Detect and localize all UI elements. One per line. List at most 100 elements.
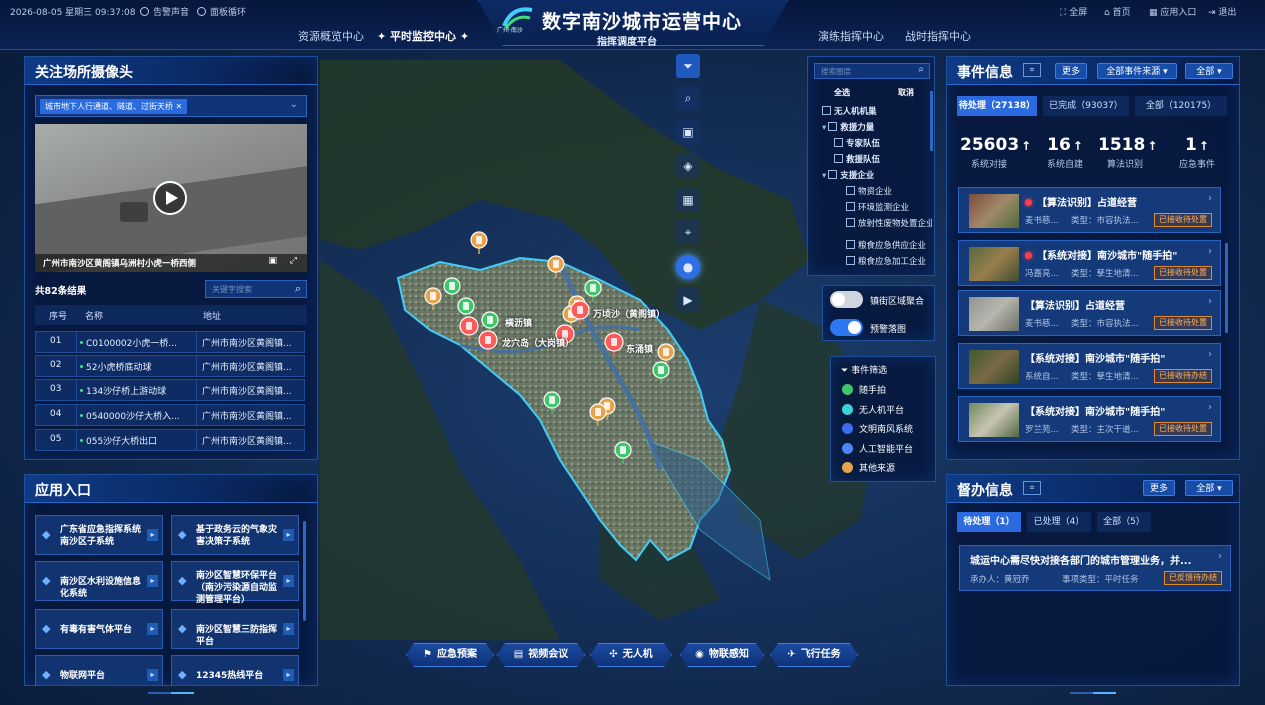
legend-item[interactable]: 文明南风系统: [842, 422, 913, 435]
chevron-down-icon[interactable]: ⌄: [290, 99, 298, 110]
chevron-right-icon[interactable]: ▸: [283, 529, 294, 541]
camera-search-input[interactable]: 关键字搜索: [212, 284, 252, 295]
supervise-item[interactable]: 城运中心需尽快对接各部门的城市管理业务，并... › 承办人：黄冠乔 事项类型：…: [959, 545, 1231, 591]
event-card[interactable]: 【系统对接】南沙城市"随手拍" 冯嘉亮... 类型：孳生地清... 已接收待处置 ›: [958, 240, 1221, 286]
map-marker-icon[interactable]: [459, 316, 479, 340]
layer-item[interactable]: ▾ 救援力量: [822, 121, 932, 133]
layer-item[interactable]: 专家队伍: [834, 137, 932, 149]
layer-item[interactable]: 粮食应急加工企业: [846, 255, 932, 267]
filter-tool-button[interactable]: ⏷: [676, 54, 700, 78]
chart-icon[interactable]: ⌗: [1023, 63, 1041, 77]
layer-item[interactable]: ▾ 支援企业: [822, 169, 932, 181]
app-entry-button[interactable]: ▦ 应用入口: [1149, 5, 1196, 18]
chevron-right-icon[interactable]: ▸: [283, 575, 294, 587]
search-icon[interactable]: ⌕: [295, 282, 301, 296]
layer-checkbox[interactable]: [834, 154, 843, 163]
event-card[interactable]: 【算法识别】占道经营 麦书慈... 类型：市容执法... 已接收待处置 ›: [958, 290, 1221, 336]
event-card[interactable]: 【系统对接】南沙城市"随手拍" 系统自... 类型：孳生地清... 已接收待办结 ›: [958, 343, 1221, 389]
chevron-right-icon[interactable]: ▸: [147, 623, 158, 635]
layer-checkbox[interactable]: [846, 240, 855, 249]
toolbox-tool-button[interactable]: ▣: [676, 120, 700, 144]
layer-checkbox[interactable]: [828, 170, 838, 179]
legend-item[interactable]: 随手拍: [842, 383, 886, 396]
caret-down-icon[interactable]: ▾: [822, 171, 826, 181]
layer-checkbox[interactable]: [846, 218, 855, 227]
chevron-right-icon[interactable]: ▸: [147, 669, 158, 681]
toggle-switch[interactable]: [830, 319, 863, 336]
supervise-more-button[interactable]: 更多: [1143, 480, 1175, 496]
nav-daily-monitor[interactable]: ✦ 平时监控中心 ✦: [377, 28, 469, 44]
map-marker-icon[interactable]: [469, 230, 489, 254]
exit-button[interactable]: ⇥ 退出: [1208, 5, 1236, 18]
bottom-action-button[interactable]: ◉ 物联感知: [680, 643, 764, 667]
map-marker-icon[interactable]: [480, 310, 500, 334]
map-marker-icon[interactable]: [542, 390, 562, 414]
bottom-action-button[interactable]: ✈ 飞行任务: [770, 643, 858, 667]
location-tool-button[interactable]: ⌖: [676, 220, 700, 244]
layer-checkbox[interactable]: [822, 106, 831, 115]
bottom-action-button[interactable]: ✣ 无人机: [590, 643, 672, 667]
event-scrollbar[interactable]: [1225, 243, 1228, 333]
fullscreen-button[interactable]: ⛶ 全屏: [1060, 5, 1087, 18]
supervise-all-select[interactable]: 全部 ▾: [1185, 480, 1233, 496]
layer-item[interactable]: 放射性废物处置企业: [846, 217, 932, 229]
event-all-select[interactable]: 全部 ▾: [1185, 63, 1233, 79]
layer-item[interactable]: 环境监测企业: [846, 201, 932, 213]
map-marker-icon[interactable]: [604, 332, 624, 356]
video-player[interactable]: 广州市南沙区黄阁镇乌洲村小虎一桥西侧 ▣ ⤢: [35, 124, 307, 272]
chevron-right-icon[interactable]: ▸: [147, 575, 158, 587]
table-row[interactable]: 04 0540000沙仔大桥入... 广州市南沙区黄阁镇...: [35, 404, 305, 426]
app-card[interactable]: ◆ 南沙区智慧环保平台（南沙污染源自动监测管理平台） ▸: [171, 561, 299, 605]
search-icon[interactable]: ⌕: [918, 64, 924, 75]
map-marker-icon[interactable]: [651, 360, 671, 384]
supervise-tab-pending[interactable]: 待处理（1）: [957, 512, 1021, 532]
layer-checkbox[interactable]: [846, 186, 855, 195]
event-card[interactable]: 【算法识别】占道经营 麦书慈... 类型：市容执法... 已接收待处置 ›: [958, 187, 1221, 233]
map-marker-icon[interactable]: [478, 330, 498, 354]
layer-checkbox[interactable]: [834, 138, 843, 147]
layer-search-input[interactable]: 搜索图层: [821, 66, 851, 77]
map-marker-icon[interactable]: [442, 276, 462, 300]
expand-icon[interactable]: ⤢: [290, 256, 297, 266]
layer-checkbox[interactable]: [828, 122, 838, 131]
map-marker-icon[interactable]: [588, 402, 608, 426]
map-type-tool-button[interactable]: ▦: [676, 188, 700, 212]
chevron-right-icon[interactable]: ▸: [283, 623, 294, 635]
layers-tool-button[interactable]: ◈: [676, 154, 700, 178]
legend-item[interactable]: 无人机平台: [842, 403, 904, 416]
legend-item[interactable]: 人工智能平台: [842, 442, 913, 455]
table-row[interactable]: 01 C0100002小虎一桥... 广州市南沙区黄阁镇...: [35, 331, 305, 353]
event-card[interactable]: 【系统对接】南沙城市"随手拍" 罗兰苑... 类型：主次干道... 已接收待处置 ›: [958, 396, 1221, 442]
app-card[interactable]: ◆ 12345热线平台 ▸: [171, 655, 299, 685]
layer-item[interactable]: 物资企业: [846, 185, 932, 197]
nav-war-command[interactable]: 战时指挥中心: [905, 28, 971, 44]
map-marker-icon[interactable]: [546, 254, 566, 278]
search-tool-button[interactable]: ⌕: [676, 86, 700, 110]
bottom-action-button[interactable]: ▤ 视频会议: [497, 643, 585, 667]
app-card[interactable]: ◆ 广东省应急指挥系统南沙区子系统 ▸: [35, 515, 163, 555]
app-card[interactable]: ◆ 有毒有害气体平台 ▸: [35, 609, 163, 649]
home-button[interactable]: ⌂ 首页: [1104, 5, 1131, 18]
alarm-sound-toggle[interactable]: 告警声音: [140, 5, 189, 18]
voice-tool-button[interactable]: ●: [676, 255, 700, 279]
nav-resource-overview[interactable]: 资源概览中心: [298, 28, 364, 44]
event-tab-pending[interactable]: 待处理（27138）: [957, 96, 1037, 116]
map-marker-icon[interactable]: [570, 300, 590, 324]
map-marker-icon[interactable]: [456, 296, 476, 320]
snapshot-icon[interactable]: ▣: [268, 256, 277, 266]
select-all-button[interactable]: 全选: [834, 87, 850, 98]
event-more-button[interactable]: 更多: [1055, 63, 1087, 79]
table-row[interactable]: 03 134沙仔桥上游动球 广州市南沙区黄阁镇...: [35, 379, 305, 401]
camera-search[interactable]: 关键字搜索 ⌕: [205, 280, 307, 298]
camera-tool-button[interactable]: ▶: [676, 288, 700, 312]
layer-search[interactable]: 搜索图层 ⌕: [814, 63, 930, 79]
layer-scrollbar[interactable]: [930, 91, 933, 151]
cancel-button[interactable]: 取消: [898, 87, 914, 98]
camera-filter-select[interactable]: 城市地下人行通道、隧道、过街天桥 ✕ ⌄: [35, 95, 307, 117]
chevron-right-icon[interactable]: ▸: [147, 529, 158, 541]
supervise-tab-done[interactable]: 已处理（4）: [1027, 512, 1091, 532]
app-scrollbar[interactable]: [303, 521, 306, 621]
layer-item[interactable]: 救援队伍: [834, 153, 932, 165]
layer-checkbox[interactable]: [846, 202, 855, 211]
legend-item[interactable]: 其他来源: [842, 461, 895, 474]
